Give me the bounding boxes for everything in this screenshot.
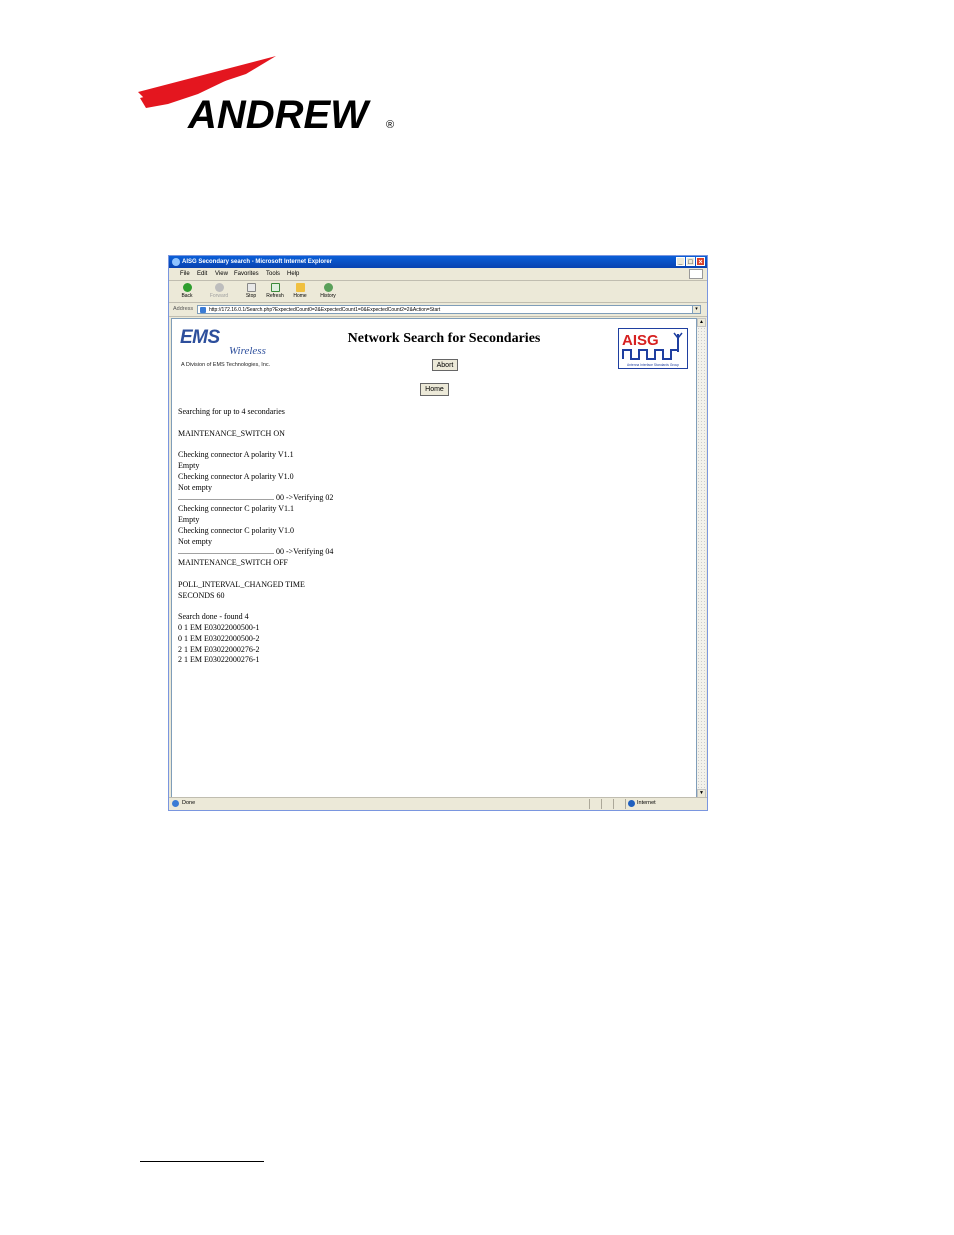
search-log: Searching for up to 4 secondaries MAINTE…: [178, 407, 333, 666]
page-icon: [200, 307, 206, 313]
status-bar: Done Internet: [169, 797, 707, 810]
log-line: Empty: [178, 514, 200, 524]
address-dropdown-icon[interactable]: ▾: [692, 306, 700, 313]
scroll-up-icon[interactable]: ▲: [697, 318, 706, 327]
forward-arrow-icon: [214, 283, 224, 292]
log-line: SECONDS 60: [178, 590, 225, 600]
back-arrow-icon: [182, 283, 192, 292]
log-line: POLL_INTERVAL_CHANGED TIME: [178, 579, 305, 589]
log-line: Search done - found 4: [178, 612, 249, 622]
history-icon: [323, 283, 333, 292]
log-line: 2 1 EM E03022000276-2: [178, 644, 260, 654]
refresh-button[interactable]: Refresh: [264, 283, 286, 301]
vertical-scrollbar[interactable]: ▲ ▼: [697, 318, 706, 798]
address-url: http://172.16.0.1/Search.php?ExpectedCou…: [209, 307, 441, 313]
menu-help[interactable]: Help: [287, 268, 299, 280]
window-title: AISG Secondary search - Microsoft Intern…: [182, 259, 333, 265]
log-line: Not empty: [178, 482, 212, 492]
abort-button[interactable]: Abort: [432, 359, 458, 371]
refresh-icon: [270, 283, 280, 292]
menu-view[interactable]: View: [215, 268, 228, 280]
close-button[interactable]: ×: [696, 257, 705, 266]
address-bar: Address http://172.16.0.1/Search.php?Exp…: [169, 303, 707, 317]
svg-text:AISG: AISG: [622, 332, 659, 349]
menu-edit[interactable]: Edit: [197, 268, 207, 280]
log-line: Searching for up to 4 secondaries: [178, 407, 285, 416]
log-line: Empty: [178, 460, 200, 470]
log-line: ........................................…: [178, 493, 334, 503]
log-line: Checking connector A polarity V1.0: [178, 471, 294, 481]
address-label: Address: [173, 306, 194, 312]
history-button[interactable]: History: [317, 283, 339, 301]
log-line: Checking connector C polarity V1.1: [178, 504, 295, 514]
log-line: 0 1 EM E03022000500-1: [178, 622, 260, 632]
forward-button[interactable]: Forward: [208, 283, 230, 301]
log-line: Checking connector C polarity V1.0: [178, 525, 295, 535]
stop-button[interactable]: Stop: [240, 283, 262, 301]
andrew-logo: ANDREW ®: [138, 56, 394, 136]
back-button[interactable]: Back: [176, 283, 198, 301]
address-field[interactable]: http://172.16.0.1/Search.php?ExpectedCou…: [197, 305, 701, 314]
aisg-logo: AISG Antenna Interface Standards Group: [618, 328, 688, 369]
log-line: MAINTENANCE_SWITCH ON: [178, 428, 285, 438]
menu-favorites[interactable]: Favorites: [234, 268, 259, 280]
internet-zone-icon: [628, 800, 635, 807]
minimize-button[interactable]: _: [676, 257, 685, 266]
home-toolbar-button[interactable]: Home: [289, 283, 311, 301]
svg-text:®: ®: [386, 119, 394, 131]
toolbar: Back Forward Stop Refresh Home History: [169, 281, 707, 303]
log-line: ........................................…: [178, 547, 334, 557]
svg-text:Antenna Interface Standards Gr: Antenna Interface Standards Group: [627, 363, 679, 367]
page-done-icon: [172, 800, 179, 807]
status-text: Done: [182, 800, 196, 806]
footer-rule: [140, 1161, 264, 1162]
menu-file[interactable]: File: [180, 268, 190, 280]
zone-text: Internet: [637, 800, 656, 806]
log-line: 2 1 EM E03022000276-1: [178, 655, 260, 665]
ie-icon: [172, 258, 180, 266]
menu-tools[interactable]: Tools: [266, 268, 280, 280]
stop-icon: [246, 283, 256, 292]
svg-text:ANDREW: ANDREW: [187, 93, 371, 136]
menu-bar: File Edit View Favorites Tools Help: [169, 268, 707, 281]
browser-window: AISG Secondary search - Microsoft Intern…: [168, 255, 708, 811]
page-viewport: EMS Wireless A Division of EMS Technolog…: [171, 318, 697, 798]
log-line: Checking connector A polarity V1.1: [178, 450, 294, 460]
title-bar[interactable]: AISG Secondary search - Microsoft Intern…: [169, 256, 707, 268]
home-icon: [295, 283, 305, 292]
log-line: 0 1 EM E03022000500-2: [178, 633, 260, 643]
maximize-button[interactable]: □: [686, 257, 695, 266]
windows-logo-icon: [689, 269, 703, 279]
home-button[interactable]: Home: [420, 383, 449, 396]
log-line: MAINTENANCE_SWITCH OFF: [178, 558, 288, 568]
log-line: Not empty: [178, 536, 212, 546]
